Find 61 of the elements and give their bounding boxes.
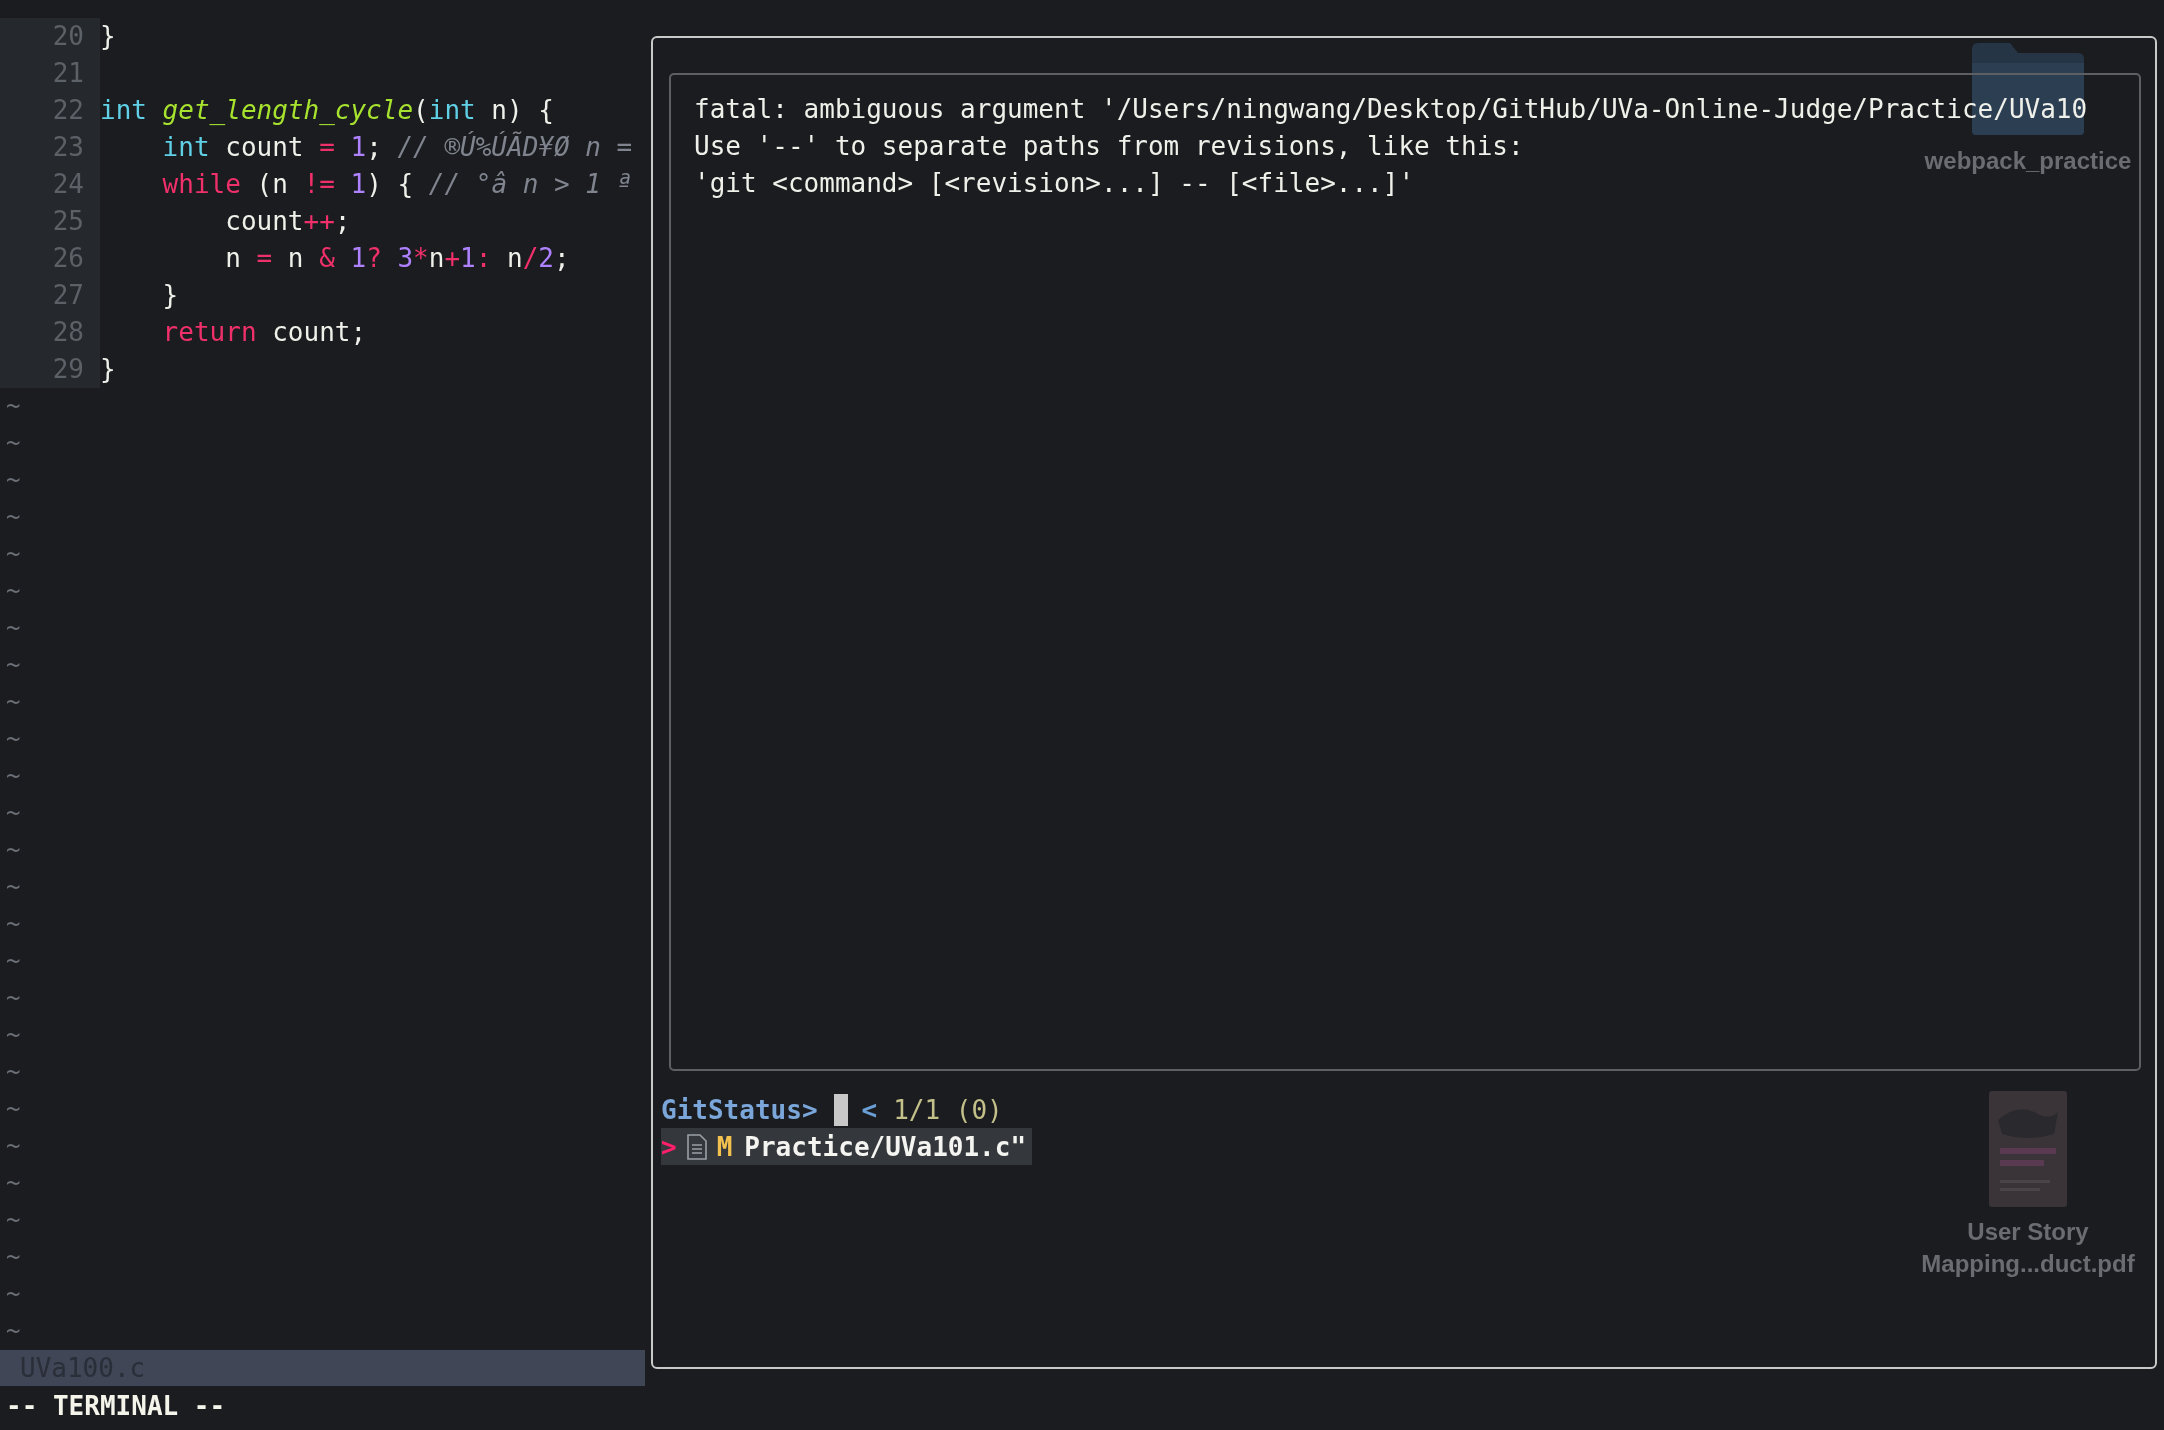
code-line: } — [100, 20, 116, 53]
code-line: } — [100, 353, 116, 386]
output-line: 'git <command> [<revision>...] -- [<file>...]' — [694, 167, 1415, 200]
line-number: 23 — [0, 129, 100, 166]
empty-line-marker: ~ — [5, 761, 21, 792]
empty-line-marker: ~ — [5, 798, 21, 829]
file-path: Practice/UVa101.c" — [744, 1131, 1027, 1162]
empty-line-marker: ~ — [5, 613, 21, 644]
file-label: Mapping...duct.pdf — [1921, 1249, 2135, 1279]
file-label: User Story — [1967, 1217, 2089, 1247]
empty-line-marker: ~ — [5, 539, 21, 570]
file-icon — [686, 1133, 707, 1160]
line-number: 20 — [0, 18, 100, 55]
code-line: n = n & 1? 3*n+1: n/2; — [224, 242, 570, 275]
text-cursor — [833, 1093, 848, 1126]
empty-line-marker: ~ — [5, 576, 21, 607]
output-line: Use '--' to separate paths from revisions, like this: — [694, 130, 1524, 163]
line-number: 29 — [0, 351, 100, 388]
code-line: while (n != 1) { // °â n > 1 ª — [161, 168, 633, 201]
empty-line-marker: ~ — [5, 1242, 21, 1273]
match-count: 1/1 (0) — [893, 1094, 1003, 1125]
code-line: return count; — [161, 316, 367, 349]
line-number: 27 — [0, 277, 100, 314]
line-number: 21 — [0, 55, 100, 92]
line-number: 24 — [0, 166, 100, 203]
code-line: count++; — [224, 205, 351, 238]
empty-line-marker: ~ — [5, 1316, 21, 1347]
prompt-arrow: < — [861, 1094, 878, 1125]
pointer-marker: > — [661, 1131, 677, 1162]
line-number: 28 — [0, 314, 100, 351]
empty-line-marker: ~ — [5, 465, 21, 496]
result-item[interactable]: > M Practice/UVa101.c" — [661, 1128, 1033, 1165]
code-line: int count = 1; // ®Ú%ÚÃD¥Ø n = — [161, 130, 633, 164]
empty-line-marker: ~ — [5, 872, 21, 903]
empty-line-marker: ~ — [5, 909, 21, 940]
code-line: } — [161, 279, 179, 312]
empty-line-marker: ~ — [5, 502, 21, 533]
prompt-label: GitStatus> — [661, 1094, 818, 1125]
empty-line-marker: ~ — [5, 724, 21, 755]
empty-line-marker: ~ — [5, 1279, 21, 1310]
empty-line-marker: ~ — [5, 1168, 21, 1199]
line-number: 25 — [0, 203, 100, 240]
empty-line-marker: ~ — [5, 687, 21, 718]
line-number: 26 — [0, 240, 100, 277]
empty-line-marker: ~ — [5, 946, 21, 977]
empty-line-marker: ~ — [5, 428, 21, 459]
empty-line-marker: ~ — [5, 1057, 21, 1088]
line-number: 22 — [0, 92, 100, 129]
empty-line-marker: ~ — [5, 1094, 21, 1125]
empty-line-marker: ~ — [5, 1020, 21, 1051]
code-line: int get_length_cycle(int n) { — [100, 94, 554, 127]
empty-line-marker: ~ — [5, 835, 21, 866]
git-status: M — [716, 1131, 733, 1162]
output-line: fatal: ambiguous argument '/Users/ningwang/Desktop/GitHub/UVa-Online-Judge/Practice/UVa10 — [694, 93, 2088, 126]
file-label: webpack_practice — [1924, 146, 2132, 176]
empty-line-marker: ~ — [5, 1131, 21, 1162]
empty-line-marker: ~ — [5, 650, 21, 681]
empty-line-marker: ~ — [5, 983, 21, 1014]
mode-indicator: -- TERMINAL -- — [5, 1390, 226, 1423]
empty-line-marker: ~ — [5, 1205, 21, 1236]
empty-line-marker: ~ — [5, 391, 21, 422]
